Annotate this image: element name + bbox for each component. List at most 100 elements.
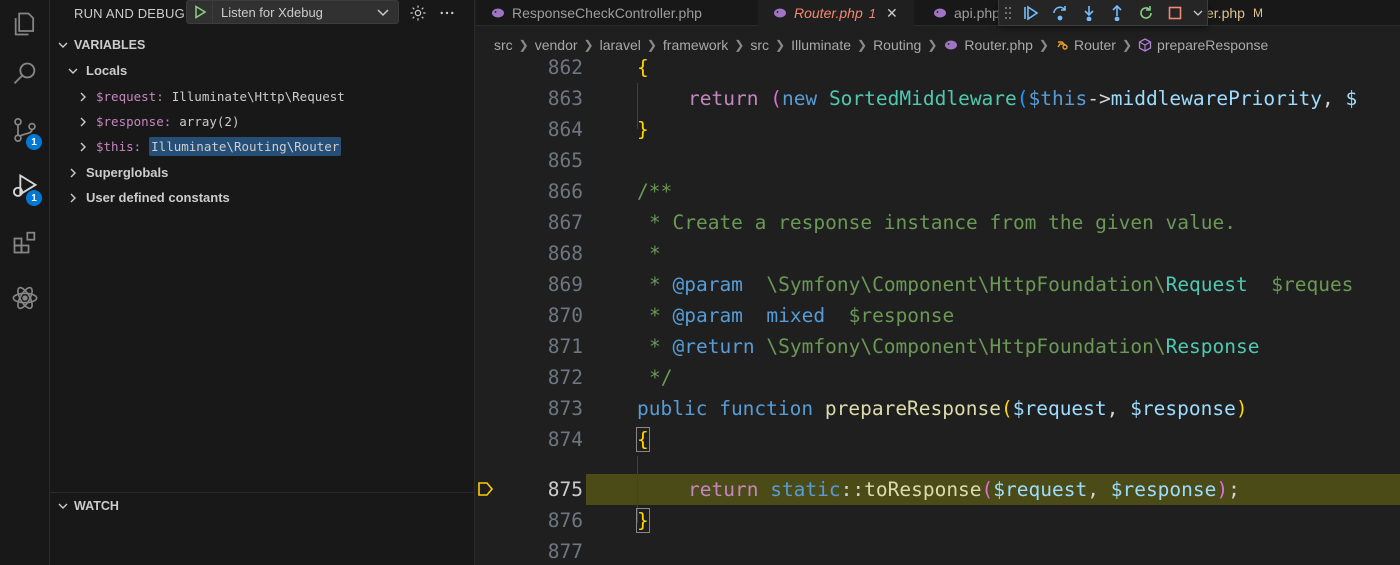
line-number: 862	[547, 56, 583, 79]
drag-handle-icon[interactable]	[999, 0, 1016, 26]
locals-scope[interactable]: Locals	[50, 58, 475, 83]
explorer-icon[interactable]	[0, 0, 50, 48]
more-actions-icon[interactable]	[436, 2, 458, 24]
continue-icon[interactable]	[1016, 0, 1045, 26]
variable-name: $response:	[96, 114, 172, 129]
code-line: 866 /**	[476, 176, 1400, 207]
chevron-down-icon	[377, 9, 389, 17]
variable-value-selected: Illuminate\Routing\Router	[149, 137, 342, 156]
superglobals-label: Superglobals	[86, 165, 169, 180]
variable-value: Illuminate\Http\Request	[171, 89, 345, 104]
code-line: 868 *	[476, 238, 1400, 269]
variables-section-title: VARIABLES	[74, 38, 146, 52]
chevron-right-icon	[80, 117, 86, 126]
code-line: 876 }	[476, 505, 1400, 536]
run-debug-icon[interactable]: 1	[0, 162, 50, 210]
launch-config-label: Listen for Xdebug	[221, 4, 323, 20]
line-number: 863	[547, 87, 583, 110]
line-number: 871	[547, 335, 583, 358]
code-line: 872 */	[476, 362, 1400, 393]
line-number: 875	[547, 478, 583, 501]
code-line: 874 {	[476, 424, 1400, 455]
variable-row[interactable]: $request: Illuminate\Http\Request	[50, 84, 475, 109]
step-out-icon[interactable]	[1103, 0, 1132, 26]
source-control-icon[interactable]: 1	[0, 106, 50, 154]
code-line: 869 * @param \Symfony\Component\HttpFoun…	[476, 269, 1400, 300]
code-line: 863 return (new SortedMiddleware($this->…	[476, 83, 1400, 114]
code-text: }	[636, 508, 650, 533]
constants-label: User defined constants	[86, 190, 230, 205]
code-text: return (new SortedMiddleware($this->midd…	[688, 87, 1358, 110]
tab-api[interactable]: api.php	[916, 0, 1006, 26]
tab-label: Router.php	[794, 5, 863, 21]
chevron-right-icon	[70, 168, 76, 177]
gear-icon[interactable]	[407, 2, 429, 24]
tab-response-check-controller[interactable]: ResponseCheckController.php	[476, 0, 756, 26]
code-line: 871 * @return \Symfony\Component\HttpFou…	[476, 331, 1400, 362]
tab-label: er.php	[1206, 5, 1245, 21]
superglobals-scope[interactable]: Superglobals	[50, 160, 475, 185]
code-line: 864 }	[476, 114, 1400, 145]
source-control-badge: 1	[26, 134, 42, 150]
code-text: */	[649, 366, 673, 389]
line-number: 866	[547, 180, 583, 203]
variable-row[interactable]: $this: Illuminate\Routing\Router	[50, 134, 475, 159]
step-over-icon[interactable]	[1045, 0, 1074, 26]
search-icon[interactable]	[0, 50, 50, 98]
tab-label: ResponseCheckController.php	[512, 5, 702, 21]
watch-section-header[interactable]: WATCH	[50, 495, 475, 517]
tab-router[interactable]: Router.php 1 ✕	[758, 0, 914, 26]
chevron-down-icon[interactable]	[1190, 0, 1207, 26]
tab-other-php[interactable]: er.php M	[1206, 0, 1326, 26]
code-text: return static::toResponse($request, $res…	[688, 478, 1240, 501]
constants-scope[interactable]: User defined constants	[50, 185, 475, 210]
code-text: * Create a response instance from the gi…	[649, 211, 1236, 234]
sidebar-title: RUN AND DEBUG	[74, 5, 185, 21]
stop-icon[interactable]	[1161, 0, 1190, 26]
line-number: 877	[547, 540, 583, 563]
variables-section-header[interactable]: VARIABLES	[50, 34, 475, 56]
tab-label: api.php	[954, 5, 1000, 21]
code-text: {	[636, 427, 650, 452]
line-number: 864	[547, 118, 583, 141]
extensions-icon[interactable]	[0, 218, 50, 266]
launch-config-dropdown[interactable]: Listen for Xdebug	[186, 0, 399, 24]
debug-toolbar	[998, 0, 1208, 26]
start-debugging-button[interactable]	[187, 1, 213, 23]
line-number: 870	[547, 304, 583, 327]
code-text: * @param mixed $response	[649, 304, 955, 327]
step-into-icon[interactable]	[1074, 0, 1103, 26]
chevron-down-icon	[68, 68, 78, 74]
chevron-right-icon	[80, 142, 86, 151]
line-number: 874	[547, 428, 583, 451]
activity-bar: 1 1	[0, 0, 50, 565]
line-number: 869	[547, 273, 583, 296]
react-icon[interactable]	[0, 274, 50, 322]
code-line: 862 {	[476, 52, 1400, 83]
line-number: 876	[547, 509, 583, 532]
code-view[interactable]: 862 { 863 return (new SortedMiddleware($…	[476, 36, 1400, 565]
restart-icon[interactable]	[1132, 0, 1161, 26]
close-icon[interactable]: ✕	[886, 5, 898, 22]
code-line: 867 * Create a response instance from th…	[476, 207, 1400, 238]
variable-name: $request:	[96, 89, 164, 104]
chevron-right-icon	[70, 193, 76, 202]
variable-value: array(2)	[179, 114, 240, 129]
variable-row[interactable]: $response: array(2)	[50, 109, 475, 134]
run-debug-sidebar: RUN AND DEBUG Listen for Xdebug VARIABLE…	[50, 0, 475, 565]
code-line: 870 * @param mixed $response	[476, 300, 1400, 331]
line-number: 872	[547, 366, 583, 389]
line-number: 867	[547, 211, 583, 234]
php-elephant-icon	[934, 8, 946, 18]
php-elephant-icon	[774, 8, 786, 18]
code-line-current: 875 return static::toResponse($request, …	[476, 474, 1400, 505]
line-number: 873	[547, 397, 583, 420]
tab-problem-count: 1	[868, 5, 876, 21]
chevron-down-icon	[58, 42, 68, 48]
tab-bar: ResponseCheckController.php Router.php 1…	[476, 0, 1400, 26]
code-line: 873 public function prepareResponse($req…	[476, 393, 1400, 424]
tab-modified-badge: M	[1252, 6, 1263, 20]
line-number: 865	[547, 149, 583, 172]
code-text: /**	[637, 180, 673, 203]
code-text: * @param \Symfony\Component\HttpFoundati…	[649, 273, 1354, 296]
